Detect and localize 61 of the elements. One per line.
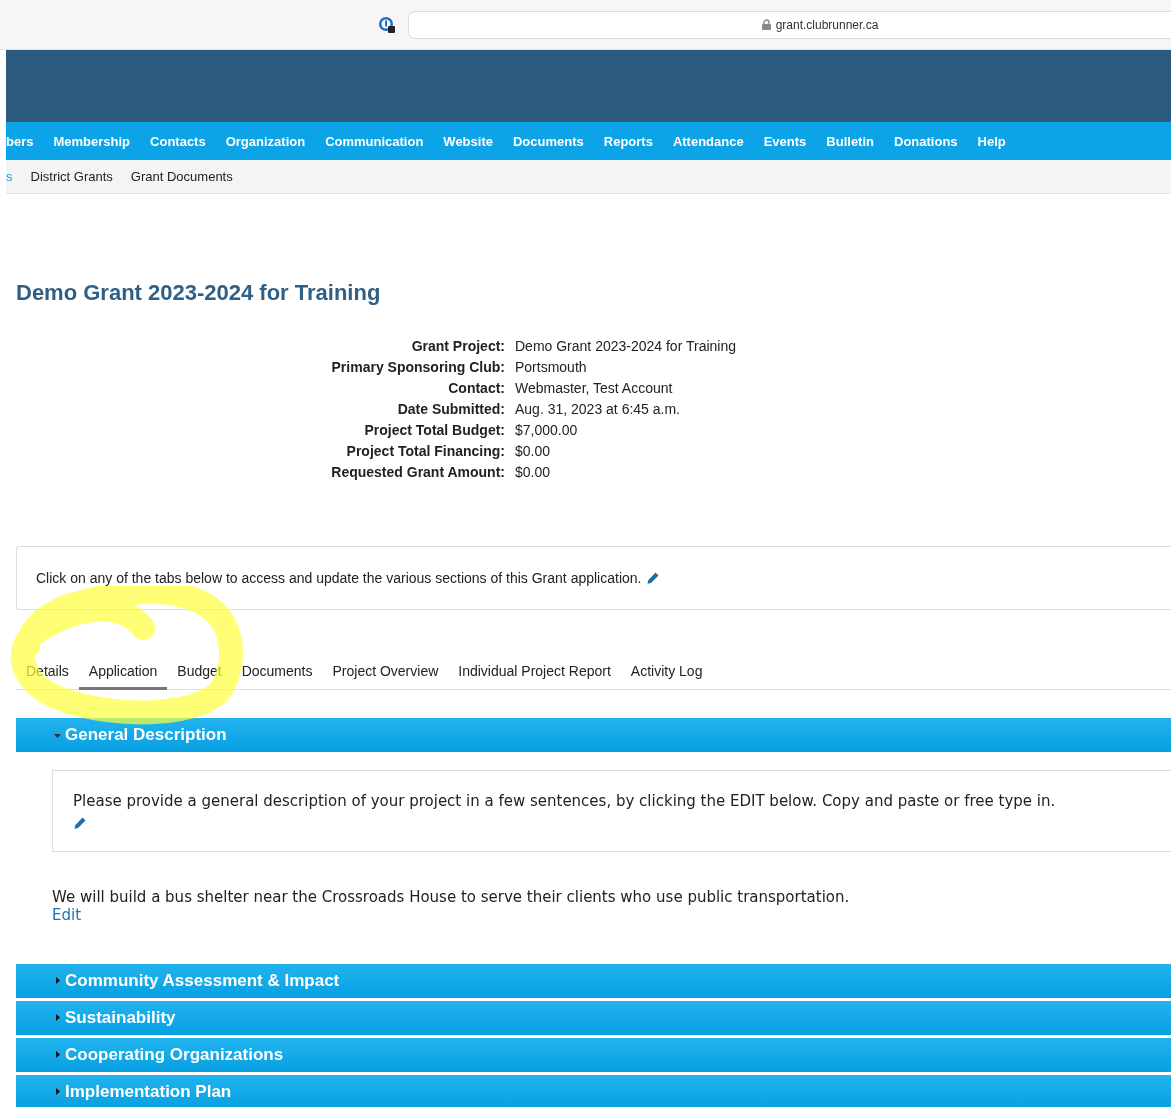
detail-value: Portsmouth <box>515 359 588 375</box>
detail-label: Requested Grant Amount: <box>330 464 505 480</box>
info-text: Click on any of the tabs below to access and update the various sections of this Grant application. <box>36 570 642 586</box>
section-title: Cooperating Organizations <box>65 1044 284 1065</box>
caret-right-icon <box>54 1051 61 1058</box>
password-manager-icon[interactable] <box>378 15 396 34</box>
nav-link[interactable]: Events <box>763 133 807 149</box>
url-text: grant.clubrunner.ca <box>775 17 879 32</box>
tab[interactable]: Application <box>78 663 168 690</box>
sub-nav-link[interactable]: s <box>6 169 13 184</box>
answer-text: We will build a bus shelter near the Crossroads House to serve their clients who use public transportation. <box>52 887 851 906</box>
nav-link[interactable]: Organization <box>225 133 306 149</box>
detail-label: Project Total Financing: <box>345 443 505 459</box>
sub-nav-link[interactable]: Grant Documents <box>130 169 233 184</box>
address-bar[interactable]: grant.clubrunner.ca <box>408 10 1171 39</box>
tab[interactable]: Individual Project Report <box>448 663 621 690</box>
detail-value: $7,000.00 <box>515 422 579 438</box>
lock-icon <box>761 19 771 30</box>
nav-link[interactable]: Attendance <box>672 133 744 149</box>
section-header[interactable]: Implementation Plan <box>16 1074 1171 1107</box>
nav-link[interactable]: Help <box>977 133 1006 149</box>
nav-link[interactable]: Website <box>443 133 493 149</box>
nav-link[interactable]: Documents <box>512 133 584 149</box>
nav-link[interactable]: Contacts <box>150 133 206 149</box>
tab[interactable]: Documents <box>231 663 323 690</box>
tab[interactable]: Activity Log <box>620 663 713 690</box>
detail-label: Grant Project: <box>410 338 505 354</box>
detail-value: Webmaster, Test Account <box>515 380 674 396</box>
detail-value: $0.00 <box>515 464 552 480</box>
nav-link[interactable]: Bulletin <box>826 133 874 149</box>
section-title: General Description <box>65 725 227 745</box>
pencil-icon[interactable] <box>73 816 87 831</box>
detail-label: Project Total Budget: <box>363 422 505 438</box>
section-title: Implementation Plan <box>65 1081 232 1102</box>
caret-down-icon <box>54 731 61 739</box>
tab[interactable]: Project Overview <box>322 663 449 690</box>
nav-link[interactable]: bers <box>6 133 34 149</box>
nav-link[interactable]: Membership <box>53 133 131 149</box>
edit-link[interactable]: Edit <box>52 905 82 924</box>
caret-right-icon <box>54 1014 61 1021</box>
caret-right-icon <box>54 1088 61 1095</box>
detail-label: Primary Sponsoring Club: <box>330 359 505 375</box>
detail-value: Aug. 31, 2023 at 6:45 a.m. <box>515 401 681 417</box>
nav-link[interactable]: Reports <box>603 133 653 149</box>
caret-right-icon <box>54 977 61 984</box>
detail-value: $0.00 <box>515 443 552 459</box>
prompt-text: Please provide a general description of your project in a few sentences, by clicking the EDIT below. Copy and paste or free type in. <box>73 792 1056 810</box>
section-title: Community Assessment & Impact <box>65 970 340 991</box>
detail-value: Demo Grant 2023-2024 for Training <box>515 338 737 354</box>
pencil-icon[interactable] <box>646 571 661 585</box>
section-header[interactable]: General Description <box>16 718 1171 752</box>
section-header[interactable]: Sustainability <box>16 1000 1171 1035</box>
page-title: Demo Grant 2023-2024 for Training <box>16 280 382 306</box>
detail-label: Date Submitted: <box>396 401 505 417</box>
section-header[interactable]: Community Assessment & Impact <box>16 963 1171 998</box>
nav-link[interactable]: Communication <box>325 133 424 149</box>
section-header[interactable]: Cooperating Organizations <box>16 1037 1171 1072</box>
detail-label: Contact: <box>447 380 505 396</box>
nav-link[interactable]: Donations <box>894 133 958 149</box>
section-title: Sustainability <box>65 1007 176 1028</box>
sub-nav-link[interactable]: District Grants <box>30 169 113 184</box>
